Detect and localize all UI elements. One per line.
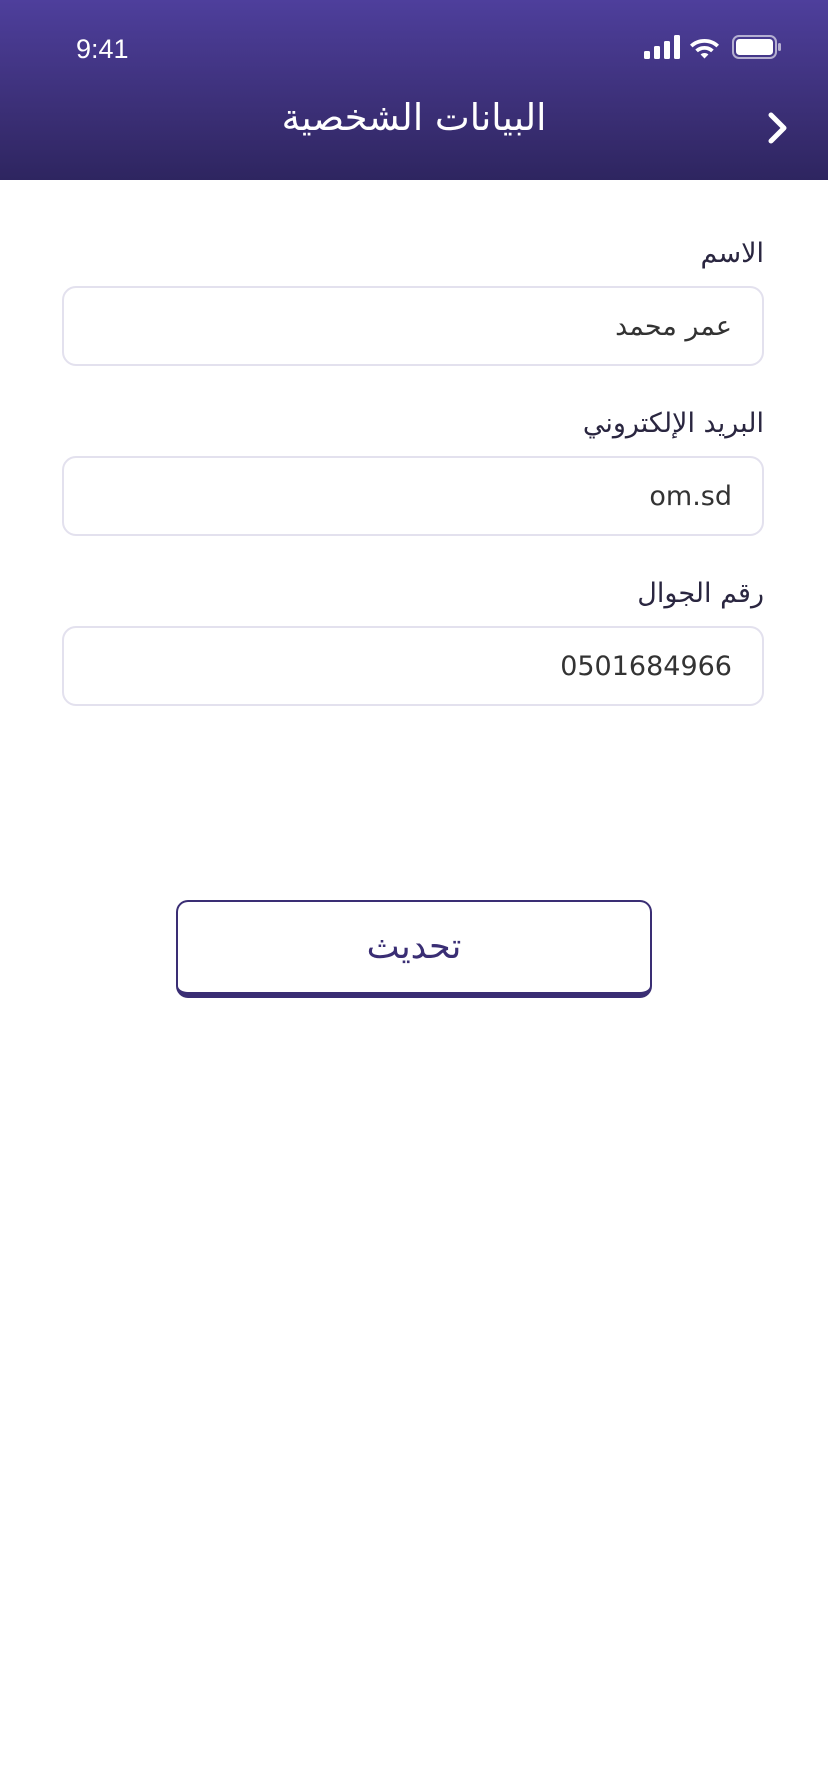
status-icons <box>644 34 782 60</box>
status-time: 9:41 <box>76 34 129 64</box>
phone-input[interactable] <box>62 626 764 706</box>
email-label: البريد الإلكتروني <box>582 408 764 439</box>
update-button[interactable]: تحديث <box>176 900 652 998</box>
phone-label: رقم الجوال <box>637 578 764 609</box>
wifi-icon <box>690 39 719 59</box>
signal-icon <box>644 35 680 59</box>
page-title: البيانات الشخصية <box>281 96 547 139</box>
app-header: 9:41 البيانات الشخصية <box>0 0 828 180</box>
back-button[interactable] <box>758 106 798 150</box>
update-button-label: تحديث <box>366 927 462 967</box>
email-input[interactable] <box>62 456 764 536</box>
name-input[interactable] <box>62 286 764 366</box>
battery-icon <box>732 35 781 59</box>
chevron-right-icon <box>768 112 787 144</box>
name-label: الاسم <box>700 238 765 269</box>
